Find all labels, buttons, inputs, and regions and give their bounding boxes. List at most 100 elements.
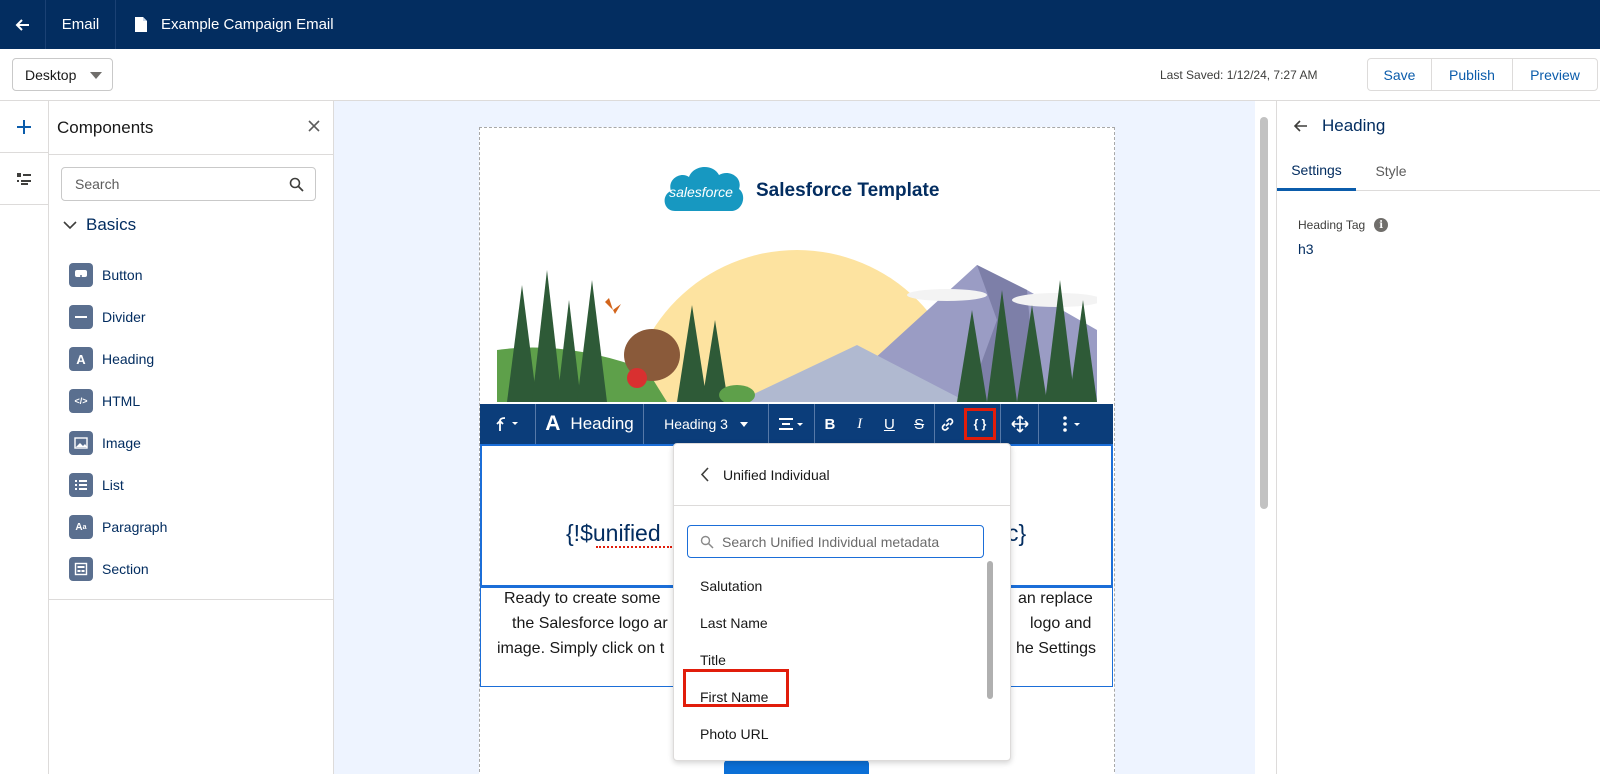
underline-button[interactable]: U: [875, 404, 905, 444]
bold-button[interactable]: B: [815, 404, 845, 444]
metadata-search-placeholder: Search Unified Individual metadata: [722, 533, 940, 550]
more-actions-button[interactable]: [1039, 404, 1105, 444]
component-button[interactable]: Button: [69, 254, 167, 296]
field-option[interactable]: Photo URL: [700, 726, 768, 742]
component-label: List: [102, 477, 124, 493]
heading-tag-value[interactable]: h3: [1298, 241, 1314, 257]
basics-section-toggle[interactable]: Basics: [63, 215, 136, 235]
rich-text-toolbar: A Heading Heading 3 B I U S { }: [480, 404, 1113, 444]
component-label: Section: [102, 561, 149, 577]
document-icon: [135, 17, 147, 32]
component-section[interactable]: Section: [69, 548, 167, 590]
select-parent-button[interactable]: [480, 404, 536, 444]
list-icon: [69, 473, 93, 497]
metadata-search-input[interactable]: Search Unified Individual metadata: [687, 525, 984, 558]
merge-field-button[interactable]: { }: [964, 408, 996, 440]
heading-text-start: {!$unified: [566, 520, 661, 546]
html-icon: </>: [69, 389, 93, 413]
component-html[interactable]: </> HTML: [69, 380, 167, 422]
component-label: Heading: [102, 351, 155, 367]
properties-title: Heading: [1322, 116, 1386, 135]
align-button[interactable]: [769, 404, 815, 444]
components-header: Components: [49, 101, 333, 155]
properties-header: Heading: [1277, 101, 1600, 151]
component-image[interactable]: Image: [69, 422, 167, 464]
component-label: Button: [102, 267, 143, 283]
paragraph-icon: Aa: [69, 515, 93, 539]
salesforce-logo-text: salesforce: [669, 184, 733, 200]
template-title: Salesforce Template: [756, 180, 940, 201]
paragraph-line-3-start: image. Simply click on t: [497, 640, 665, 657]
document-tab[interactable]: Example Campaign Email: [116, 16, 334, 33]
section-icon: [69, 557, 93, 581]
close-icon[interactable]: [307, 119, 321, 133]
move-button[interactable]: [1001, 404, 1039, 444]
spellcheck-underline: [596, 545, 672, 548]
italic-button[interactable]: I: [845, 404, 875, 444]
dropdown-scrollbar[interactable]: [987, 561, 993, 699]
plus-icon: [17, 119, 31, 134]
component-label: Paragraph: [102, 519, 168, 535]
components-search-input[interactable]: Search: [61, 167, 316, 201]
properties-tabs: Settings Style: [1277, 151, 1600, 191]
back-button[interactable]: [0, 0, 46, 49]
last-saved-text: Last Saved: 1/12/24, 7:27 AM: [1160, 68, 1318, 82]
outline-button[interactable]: [0, 153, 48, 205]
insert-group: { }: [935, 404, 1001, 444]
paragraph-line-2-end: logo and: [1030, 615, 1092, 632]
arrow-up-select-icon: [495, 417, 518, 431]
more-vertical-icon: [1063, 416, 1080, 432]
component-label: HTML: [102, 393, 141, 409]
divider-icon: [69, 305, 93, 329]
caret-down-icon: [90, 72, 102, 79]
field-option-first-name[interactable]: First Name: [700, 689, 768, 705]
action-buttons: Save Publish Preview: [1367, 58, 1598, 91]
chevron-down-icon: [63, 220, 77, 229]
heading-level-select[interactable]: Heading 3: [644, 404, 769, 444]
field-option[interactable]: Salutation: [700, 578, 762, 594]
heading-tag-label-text: Heading Tag: [1298, 218, 1366, 232]
component-label: Divider: [102, 309, 146, 325]
arrow-left-icon[interactable]: [1293, 119, 1308, 133]
component-list[interactable]: List: [69, 464, 167, 506]
email-tab[interactable]: Email: [46, 0, 116, 49]
global-header: Email Example Campaign Email: [0, 0, 1600, 49]
device-select[interactable]: Desktop: [12, 58, 113, 91]
save-button[interactable]: Save: [1368, 59, 1432, 90]
properties-panel: Heading Settings Style Heading Tag i h3: [1276, 101, 1600, 774]
field-option[interactable]: Last Name: [700, 615, 768, 631]
document-title: Example Campaign Email: [161, 16, 334, 33]
tab-style[interactable]: Style: [1361, 151, 1421, 191]
button-icon: [69, 263, 93, 287]
component-label: Image: [102, 435, 141, 451]
paragraph-line-2-start: the Salesforce logo ar: [512, 615, 668, 632]
image-icon: [69, 431, 93, 455]
chevron-left-icon: [700, 467, 709, 482]
info-icon[interactable]: i: [1374, 218, 1389, 232]
link-icon[interactable]: [939, 416, 956, 433]
components-list: Button Divider A Heading </> HTML Image …: [69, 254, 167, 590]
add-components-button[interactable]: [0, 101, 48, 153]
strikethrough-button[interactable]: S: [904, 404, 934, 444]
block-type-label: A Heading: [536, 404, 644, 444]
dropdown-back-button[interactable]: Unified Individual: [674, 444, 1010, 506]
search-icon: [289, 177, 304, 192]
component-paragraph[interactable]: Aa Paragraph: [69, 506, 167, 548]
basics-section-title: Basics: [86, 215, 137, 234]
publish-button[interactable]: Publish: [1432, 59, 1513, 90]
canvas-scrollbar[interactable]: [1260, 117, 1268, 509]
component-divider[interactable]: Divider: [69, 296, 167, 338]
builder-toolbar: Desktop Last Saved: 1/12/24, 7:27 AM Sav…: [0, 49, 1600, 101]
salesforce-logo: salesforce: [664, 166, 744, 211]
tab-settings[interactable]: Settings: [1277, 151, 1356, 191]
preview-button[interactable]: Preview: [1513, 59, 1597, 90]
component-heading[interactable]: A Heading: [69, 338, 167, 380]
email-cta-button[interactable]: [724, 760, 869, 774]
device-select-value: Desktop: [25, 66, 77, 83]
left-rail: [0, 101, 49, 774]
list-outline-icon: [17, 172, 31, 185]
heading-level-value: Heading 3: [664, 416, 728, 432]
heading-block-icon: A: [545, 412, 561, 435]
components-title: Components: [57, 117, 154, 137]
field-option[interactable]: Title: [700, 652, 726, 668]
